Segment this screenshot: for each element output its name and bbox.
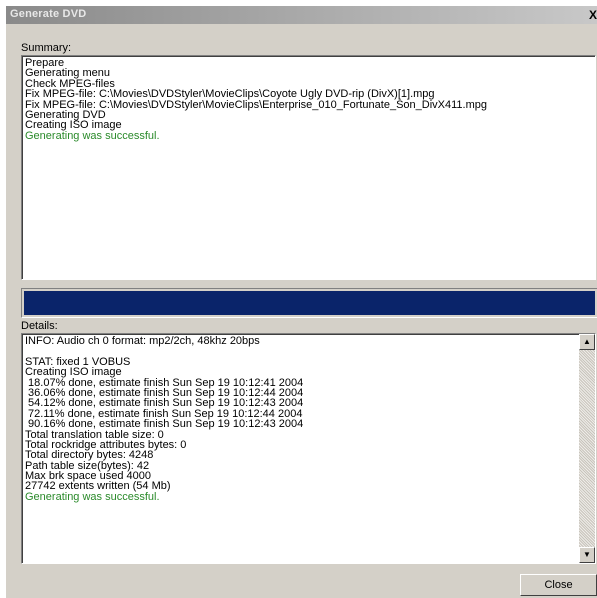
details-lines: INFO: Audio ch 0 format: mp2/2ch, 48khz … — [25, 335, 304, 503]
title-close-icon[interactable]: X — [589, 8, 597, 22]
details-label: Details: — [21, 320, 58, 332]
details-scrollbar[interactable]: ▲ ▼ — [579, 334, 595, 563]
details-log-line: 90.16% done, estimate finish Sun Sep 19 … — [25, 418, 304, 431]
summary-log-line: Generating was successful. — [25, 129, 160, 142]
summary-textbox[interactable]: Prepare Generating menu Check MPEG-files Fi… — [21, 55, 596, 280]
details-log-line: INFO: Audio ch 0 format: mp2/2ch, 48khz … — [25, 335, 260, 347]
summary-lines: Prepare Generating menu Check MPEG-files Fi… — [25, 57, 487, 142]
details-textbox[interactable]: INFO: Audio ch 0 format: mp2/2ch, 48khz … — [21, 333, 596, 564]
scroll-down-arrow-icon[interactable]: ▼ — [579, 547, 595, 563]
title-bar[interactable]: Generate DVD X — [6, 6, 597, 24]
close-button[interactable]: Close — [520, 574, 597, 596]
scroll-up-arrow-icon[interactable]: ▲ — [579, 334, 595, 350]
summary-log-line: Fix MPEG-file: C:\Movies\DVDStyler\Movie… — [25, 88, 435, 101]
window-title: Generate DVD — [10, 8, 87, 20]
progress-bar — [21, 288, 597, 318]
details-log-line: Generating was successful. — [25, 490, 160, 503]
generate-dvd-dialog: Generate DVD X Summary: Prepare Generatin… — [6, 6, 597, 598]
progress-bar-fill — [24, 291, 595, 315]
details-log-line: Creating ISO image — [25, 366, 122, 379]
summary-label: Summary: — [21, 42, 72, 54]
